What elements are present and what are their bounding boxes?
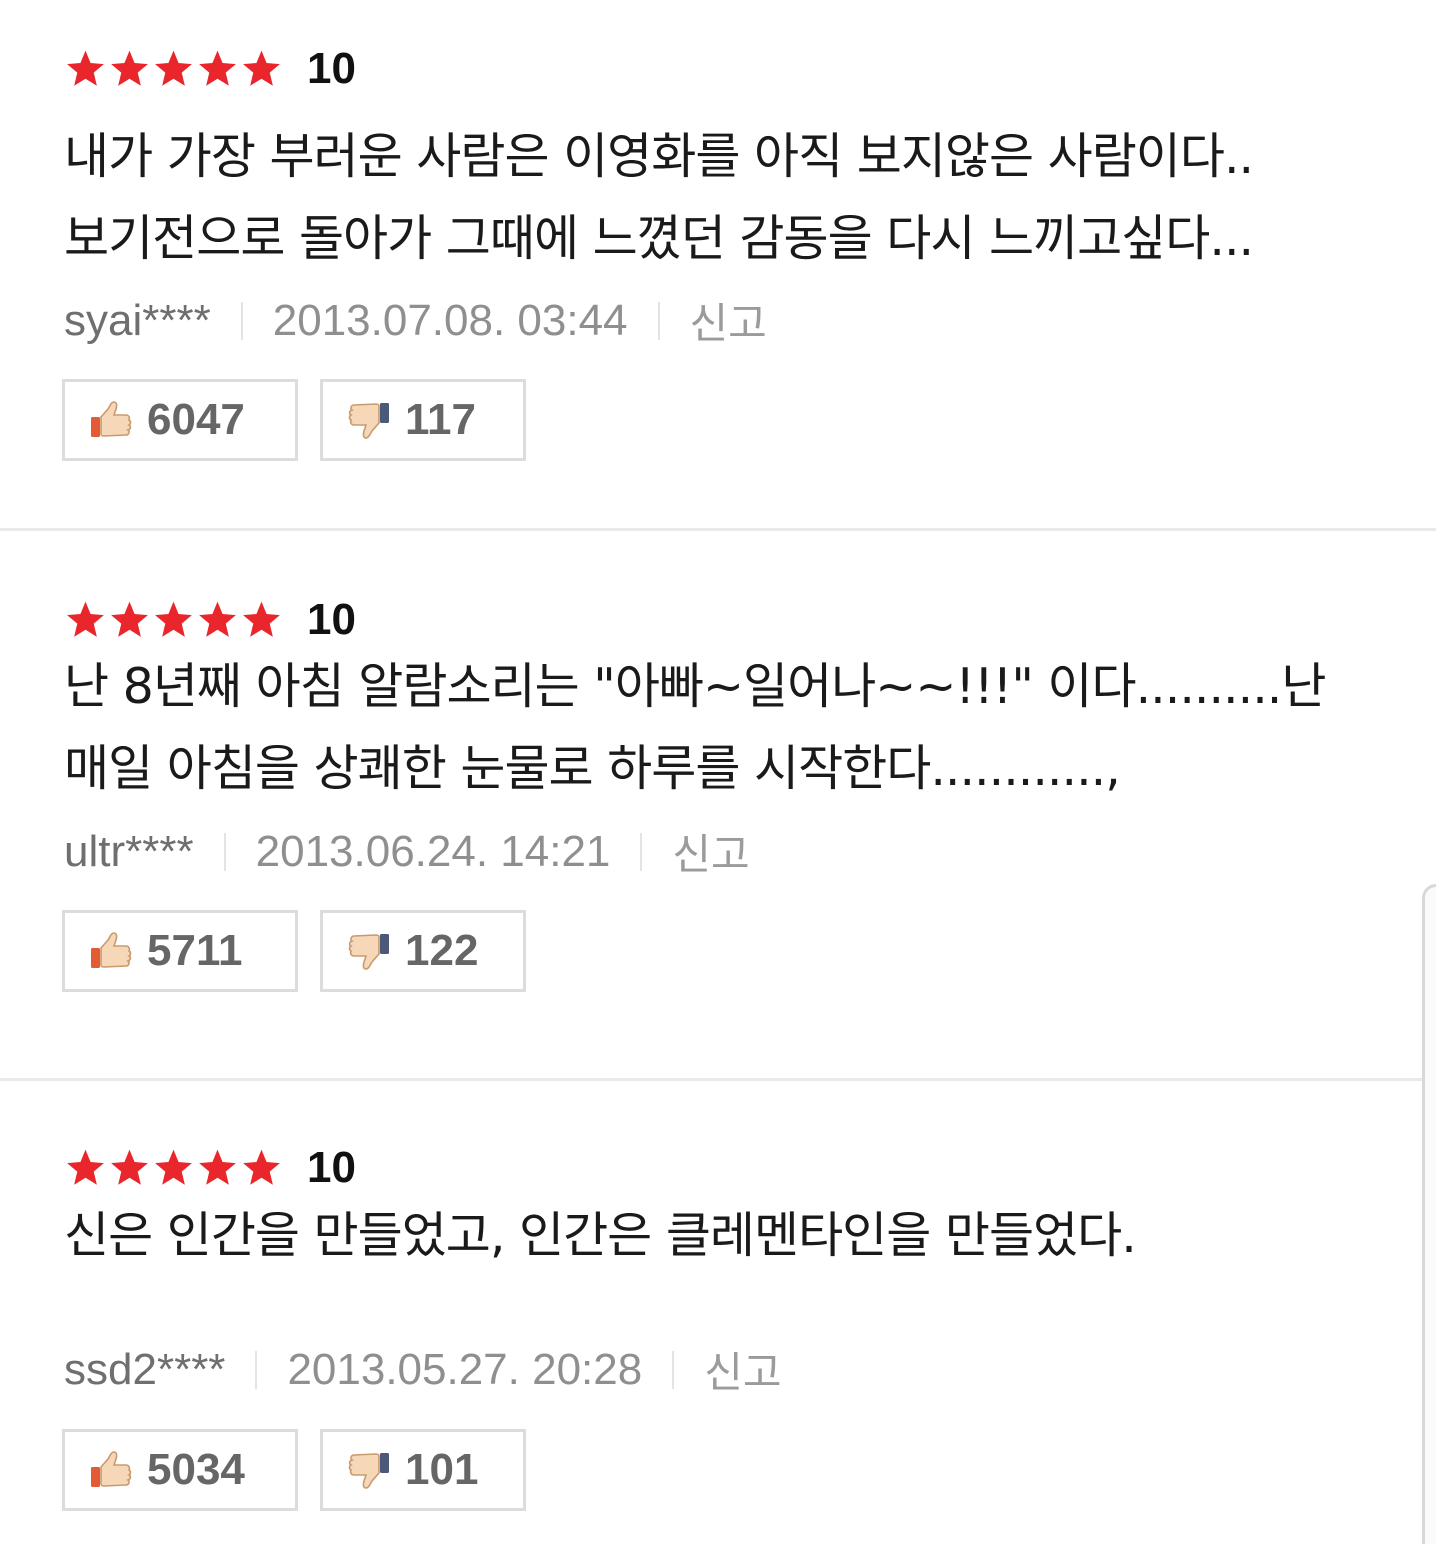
thumbs-up-icon bbox=[91, 401, 132, 437]
star-icon bbox=[243, 1149, 280, 1185]
meta-separator bbox=[657, 301, 660, 340]
meta-separator bbox=[255, 1350, 258, 1389]
vote-row: 5711 122 bbox=[62, 910, 526, 992]
review-comment: 난 8년째 아침 알람소리는 "아빠~일어나~~!!!" 이다.........… bbox=[64, 658, 1326, 797]
star-icon bbox=[199, 1149, 236, 1185]
star-icon bbox=[67, 601, 104, 637]
dislike-count: 117 bbox=[405, 395, 476, 444]
star-icon bbox=[199, 601, 236, 637]
star-icon bbox=[67, 50, 104, 86]
dislike-button[interactable]: 117 bbox=[320, 379, 526, 461]
thumbs-up-icon bbox=[91, 1451, 132, 1487]
dislike-count: 122 bbox=[405, 926, 479, 975]
dislike-button[interactable]: 122 bbox=[320, 910, 526, 992]
review-item: 10 난 8년째 아침 알람소리는 "아빠~일어나~~!!!" 이다......… bbox=[0, 531, 1436, 1081]
review-meta: syai**** 2013.07.08. 03:44 신고 bbox=[64, 290, 767, 351]
review-item: 10 내가 가장 부러운 사람은 이영화를 아직 보지않은 사람이다.. 보기전… bbox=[0, 0, 1436, 531]
thumbs-up-icon bbox=[91, 932, 132, 968]
vote-row: 5034 101 bbox=[62, 1429, 526, 1511]
like-count: 5711 bbox=[147, 926, 243, 975]
star-rating bbox=[64, 599, 283, 641]
review-item: 10 신은 인간을 만들었고, 인간은 클레멘타인을 만들었다. ssd2***… bbox=[0, 1081, 1436, 1536]
star-rating bbox=[64, 1147, 283, 1189]
dislike-button[interactable]: 101 bbox=[320, 1429, 526, 1511]
star-icon bbox=[199, 50, 236, 86]
thumbs-down-icon bbox=[348, 403, 389, 439]
review-comment: 신은 인간을 만들었고, 인간은 클레멘타인을 만들었다. bbox=[64, 1207, 1137, 1264]
review-author: ssd2**** bbox=[64, 1344, 226, 1394]
like-button[interactable]: 6047 bbox=[62, 379, 298, 461]
review-score: 10 bbox=[307, 595, 356, 644]
star-icon bbox=[67, 1149, 104, 1185]
review-date: 2013.07.08. 03:44 bbox=[272, 295, 628, 345]
review-meta: ssd2**** 2013.05.27. 20:28 신고 bbox=[64, 1339, 782, 1400]
meta-separator bbox=[640, 832, 643, 871]
rating-row: 10 bbox=[64, 1141, 356, 1195]
meta-separator bbox=[240, 301, 243, 340]
review-date: 2013.05.27. 20:28 bbox=[287, 1344, 643, 1394]
star-icon bbox=[155, 50, 192, 86]
report-link[interactable]: 신고 bbox=[672, 821, 749, 882]
like-count: 5034 bbox=[147, 1445, 245, 1494]
review-author: ultr**** bbox=[64, 826, 194, 876]
like-button[interactable]: 5711 bbox=[62, 910, 298, 992]
review-score: 10 bbox=[307, 44, 356, 93]
star-icon bbox=[155, 1149, 192, 1185]
star-icon bbox=[111, 50, 148, 86]
review-meta: ultr**** 2013.06.24. 14:21 신고 bbox=[64, 821, 750, 882]
star-rating bbox=[64, 48, 283, 90]
star-icon bbox=[111, 1149, 148, 1185]
review-author: syai**** bbox=[64, 295, 211, 345]
meta-separator bbox=[672, 1350, 675, 1389]
review-date: 2013.06.24. 14:21 bbox=[255, 826, 611, 876]
review-score: 10 bbox=[307, 1143, 356, 1192]
like-button[interactable]: 5034 bbox=[62, 1429, 298, 1511]
report-link[interactable]: 신고 bbox=[704, 1339, 781, 1400]
thumbs-down-icon bbox=[348, 934, 389, 970]
star-icon bbox=[243, 601, 280, 637]
like-count: 6047 bbox=[147, 395, 245, 444]
star-icon bbox=[111, 601, 148, 637]
scroll-indicator[interactable] bbox=[1422, 884, 1436, 1544]
rating-row: 10 bbox=[64, 42, 356, 96]
report-link[interactable]: 신고 bbox=[690, 290, 767, 351]
thumbs-down-icon bbox=[348, 1453, 389, 1489]
rating-row: 10 bbox=[64, 593, 356, 647]
meta-separator bbox=[223, 832, 226, 871]
star-icon bbox=[243, 50, 280, 86]
review-comment: 내가 가장 부러운 사람은 이영화를 아직 보지않은 사람이다.. 보기전으로 … bbox=[64, 128, 1254, 267]
dislike-count: 101 bbox=[405, 1445, 479, 1494]
vote-row: 6047 117 bbox=[62, 379, 526, 461]
star-icon bbox=[155, 601, 192, 637]
